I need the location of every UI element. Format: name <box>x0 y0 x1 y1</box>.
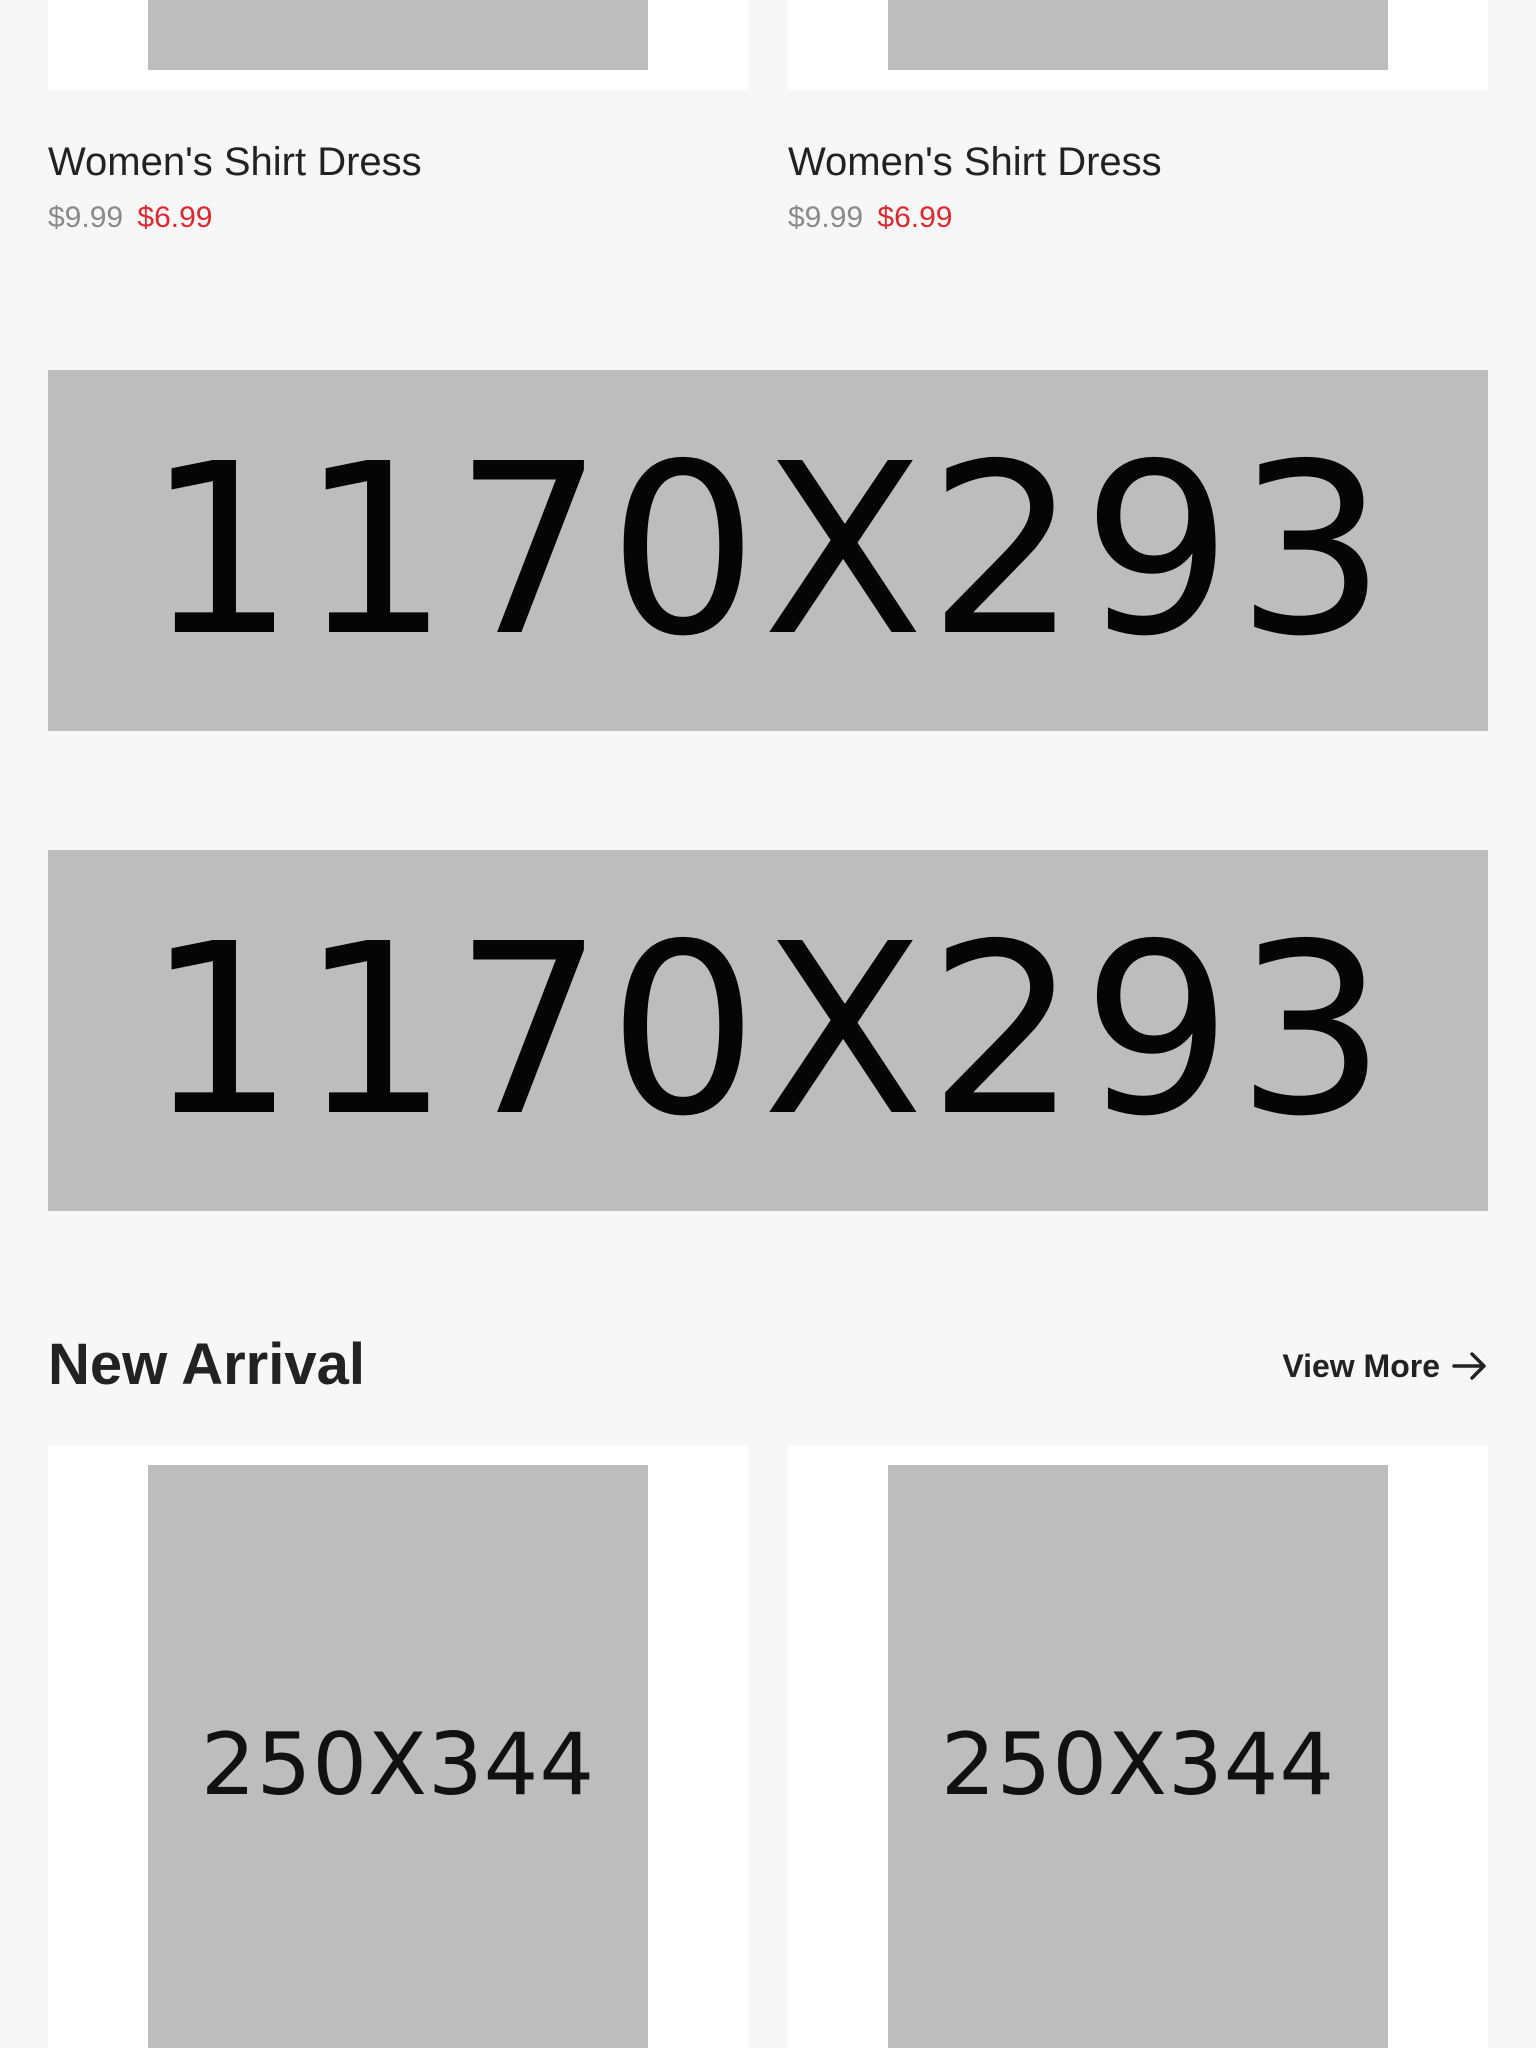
view-more-label: View More <box>1282 1347 1440 1384</box>
view-more-link[interactable]: View More <box>1282 1346 1488 1386</box>
product-price: $9.99 $6.99 <box>788 200 1488 236</box>
product-info: Women's Shirt Dress $9.99 $6.99 <box>48 138 748 236</box>
promo-banner[interactable]: 1170X293 <box>48 370 1488 731</box>
product-card[interactable]: 250X344 <box>788 1445 1488 2048</box>
original-price: $9.99 <box>788 201 864 234</box>
product-name[interactable]: Women's Shirt Dress <box>788 138 1488 186</box>
sale-price: $6.99 <box>877 201 953 234</box>
page: Women's Shirt Dress $9.99 $6.99 Women's … <box>0 0 1536 2048</box>
arrow-right-icon <box>1452 1352 1486 1380</box>
promo-banner[interactable]: 1170X293 <box>48 850 1488 1211</box>
product-image[interactable] <box>888 0 1388 70</box>
product-image[interactable]: 250X344 <box>888 1465 1388 2048</box>
original-price: $9.99 <box>48 201 124 234</box>
sale-price: $6.99 <box>137 201 213 234</box>
product-name[interactable]: Women's Shirt Dress <box>48 138 748 186</box>
product-image[interactable] <box>148 0 648 70</box>
product-info: Women's Shirt Dress $9.99 $6.99 <box>788 138 1488 236</box>
product-price: $9.99 $6.99 <box>48 200 748 236</box>
product-card[interactable] <box>788 0 1488 90</box>
section-title: New Arrival <box>48 1332 365 1397</box>
product-card[interactable] <box>48 0 748 90</box>
product-image[interactable]: 250X344 <box>148 1465 648 2048</box>
product-card[interactable]: 250X344 <box>48 1445 748 2048</box>
